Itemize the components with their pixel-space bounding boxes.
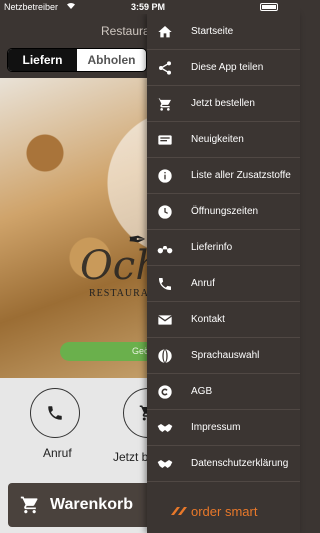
menu-item-share-app[interactable]: Diese App teilen bbox=[147, 50, 300, 86]
brand-name: order smart bbox=[191, 504, 258, 519]
open-status-badge: Geö bbox=[60, 342, 160, 361]
motorcycle-icon bbox=[155, 238, 175, 258]
order-smart-logo-icon bbox=[171, 506, 187, 515]
handshake-icon bbox=[155, 418, 175, 438]
menu-item-agb[interactable]: AGB bbox=[147, 374, 300, 410]
menu-item-additives[interactable]: Liste aller Zusatzstoffe bbox=[147, 158, 300, 194]
phone-icon bbox=[155, 274, 175, 294]
menu-item-privacy[interactable]: Datenschutzerklärung bbox=[147, 446, 300, 482]
menu-item-label: Öffnungszeiten bbox=[191, 206, 259, 217]
tab-abholen[interactable]: Abholen bbox=[77, 49, 146, 71]
news-icon bbox=[155, 130, 175, 150]
menu-item-label: Diese App teilen bbox=[191, 62, 264, 73]
battery-icon bbox=[260, 3, 278, 11]
clock-time: 3:59 PM bbox=[131, 2, 166, 12]
menu-item-imprint[interactable]: Impressum bbox=[147, 410, 300, 446]
menu-item-label: Datenschutzerklärung bbox=[191, 458, 289, 469]
menu-item-language[interactable]: Sprachauswahl bbox=[147, 338, 300, 374]
menu-item-call[interactable]: Anruf bbox=[147, 266, 300, 302]
call-button[interactable] bbox=[30, 388, 80, 438]
cart-label: Warenkorb bbox=[50, 496, 133, 513]
cart-icon bbox=[20, 496, 38, 514]
copyright-icon bbox=[155, 382, 175, 402]
home-icon bbox=[155, 22, 175, 42]
order-now-label: Jetzt b bbox=[113, 450, 149, 464]
menu-item-opening-hours[interactable]: Öffnungszeiten bbox=[147, 194, 300, 230]
menu-item-news[interactable]: Neuigkeiten bbox=[147, 122, 300, 158]
page-title: Restaura bbox=[101, 24, 150, 38]
menu-item-startseite[interactable]: Startseite bbox=[147, 14, 300, 50]
wifi-icon bbox=[66, 1, 76, 12]
phone-icon bbox=[48, 406, 62, 420]
menu-item-label: Jetzt bestellen bbox=[191, 98, 255, 109]
tab-liefern[interactable]: Liefern bbox=[8, 49, 77, 71]
navigation-drawer: Startseite Diese App teilen Jetzt bestel… bbox=[147, 14, 300, 533]
menu-item-label: Anruf bbox=[191, 278, 215, 289]
menu-item-label: Liste aller Zusatzstoffe bbox=[191, 170, 291, 181]
menu-item-label: Neuigkeiten bbox=[191, 134, 244, 145]
menu-item-label: AGB bbox=[191, 386, 213, 397]
order-smart-logo: order smart bbox=[171, 504, 257, 519]
info-icon bbox=[155, 166, 175, 186]
menu-item-contact[interactable]: Kontakt bbox=[147, 302, 300, 338]
menu-item-label: Kontakt bbox=[191, 314, 225, 325]
menu-item-label: Lieferinfo bbox=[191, 242, 233, 253]
menu-item-label: Sprachauswahl bbox=[191, 350, 260, 361]
carrier-label: Netzbetreiber bbox=[4, 2, 59, 12]
handshake-icon bbox=[155, 454, 175, 474]
call-label: Anruf bbox=[43, 446, 72, 460]
menu-item-label: Startseite bbox=[191, 26, 234, 37]
clock-icon bbox=[155, 202, 175, 222]
order-type-tabs: Liefern Abholen bbox=[7, 48, 147, 72]
share-icon bbox=[155, 58, 175, 78]
menu-item-delivery-info[interactable]: Lieferinfo bbox=[147, 230, 300, 266]
menu-item-order-now[interactable]: Jetzt bestellen bbox=[147, 86, 300, 122]
cart-button[interactable]: Warenkorb bbox=[8, 483, 158, 527]
cart-icon bbox=[155, 94, 175, 114]
menu-item-label: Impressum bbox=[191, 422, 241, 433]
mail-icon bbox=[155, 310, 175, 330]
language-icon bbox=[155, 346, 175, 366]
status-bar: Netzbetreiber 3:59 PM bbox=[0, 0, 300, 14]
